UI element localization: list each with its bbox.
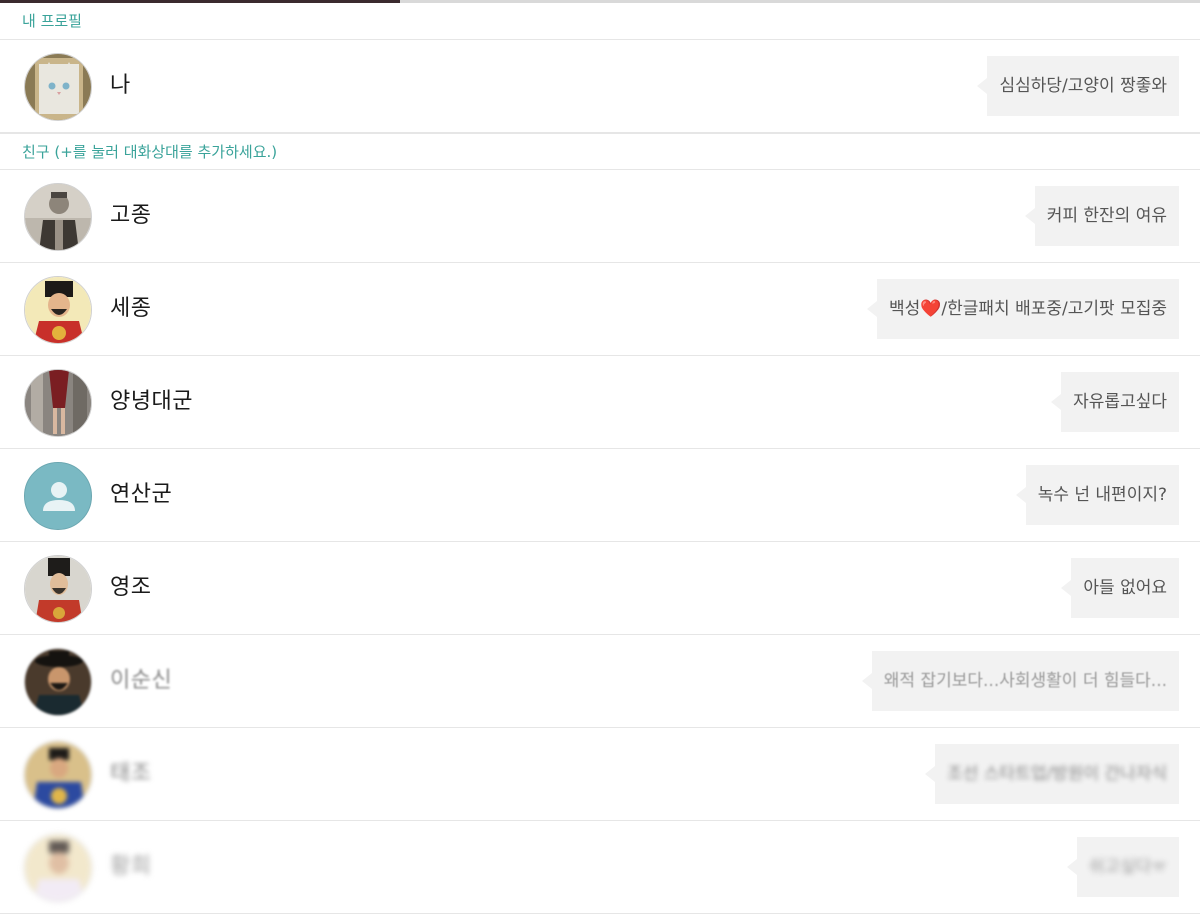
portrait-photo-avatar	[24, 834, 92, 902]
friend-name: 양녕대군	[110, 389, 193, 414]
photo-avatar	[24, 369, 92, 437]
friend-row[interactable]: 영조 아들 없어요	[0, 542, 1200, 635]
friend-row[interactable]: 이순신 왜적 잡기보다...사회생활이 더 힘들다...	[0, 635, 1200, 728]
friend-row[interactable]: 양녕대군 자유롭고싶다	[0, 356, 1200, 449]
heart-icon: ❤️	[920, 299, 942, 319]
my-profile-row[interactable]: 나 심심하당/고양이 짱좋와	[0, 40, 1200, 133]
friend-row[interactable]: 황희 쉬고싶다ㅠ	[0, 821, 1200, 914]
my-profile-header: 내 프로필	[0, 3, 1200, 40]
friend-row[interactable]: 태조 조선 스타트업/방원이 간나자식	[0, 728, 1200, 821]
friend-row[interactable]: 세종 백성❤️/한글패치 배포중/고기팟 모집중	[0, 263, 1200, 356]
friend-name: 태조	[110, 761, 152, 786]
friend-status-bubble: 자유롭고싶다	[1051, 372, 1179, 432]
friend-status-bubble: 녹수 넌 내편이지?	[1015, 465, 1179, 525]
friend-name: 세종	[110, 296, 152, 321]
portrait-photo-avatar	[24, 555, 92, 623]
friend-status-bubble: 조선 스타트업/방원이 간나자식	[925, 744, 1179, 804]
friend-name: 고종	[110, 203, 152, 228]
friends-header: 친구 (+를 눌러 대화상대를 추가하세요.)	[0, 133, 1200, 170]
friend-name: 연산군	[110, 482, 173, 507]
friend-status-bubble: 커피 한잔의 여유	[1024, 186, 1179, 246]
portrait-photo-avatar	[24, 648, 92, 716]
default-person-icon	[24, 462, 92, 530]
portrait-photo-avatar	[24, 276, 92, 344]
my-name: 나	[110, 73, 131, 98]
my-status-bubble: 심심하당/고양이 짱좋와	[977, 56, 1179, 116]
friend-name: 황희	[110, 854, 152, 879]
portrait-photo-avatar	[24, 741, 92, 809]
cat-photo-avatar	[24, 53, 92, 121]
friend-status-bubble: 백성❤️/한글패치 배포중/고기팟 모집중	[866, 279, 1179, 339]
friend-row[interactable]: 연산군 녹수 넌 내편이지?	[0, 449, 1200, 542]
friend-status-bubble: 쉬고싶다ㅠ	[1066, 837, 1179, 897]
portrait-photo-avatar	[24, 183, 92, 251]
friend-name: 영조	[110, 575, 152, 600]
friend-status-bubble: 왜적 잡기보다...사회생활이 더 힘들다...	[861, 651, 1179, 711]
friend-name: 이순신	[110, 668, 173, 693]
friend-status-bubble: 아들 없어요	[1061, 558, 1179, 618]
friend-row[interactable]: 고종 커피 한잔의 여유	[0, 170, 1200, 263]
